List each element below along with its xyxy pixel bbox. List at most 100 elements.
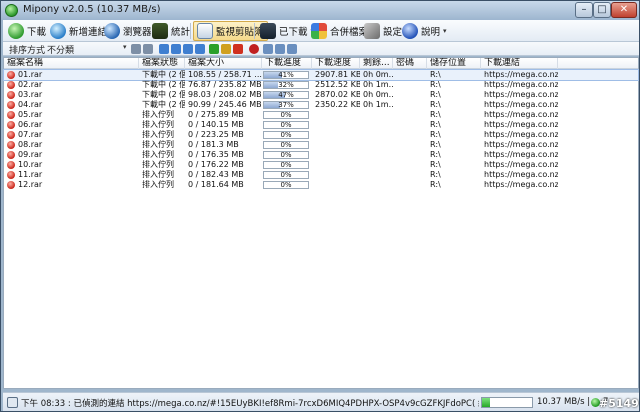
cell-filename: 01.rar	[18, 70, 43, 79]
table-row[interactable]: 08.rar 排入佇列 0 / 181.3 MB R:\ https://mega.co…	[4, 140, 638, 150]
cell-remaining	[360, 180, 393, 190]
cell-size: 98.03 / 208.02 MB	[188, 90, 262, 99]
pause-icon[interactable]	[221, 44, 231, 54]
file-status-icon	[7, 181, 15, 189]
cell-remaining	[360, 130, 393, 140]
table-row[interactable]: 04.rar 下載中 (2 個...90.99 / 245.46 MB 2350.2…	[4, 100, 638, 110]
settings-tools-icon	[364, 23, 380, 39]
cell-size: 0 / 223.25 MB	[188, 130, 244, 139]
cell-remaining	[360, 150, 393, 160]
table-row[interactable]: 05.rar 排入佇列 0 / 275.89 MB R:\ https://mega.c…	[4, 110, 638, 120]
cell-remaining	[360, 110, 393, 120]
sort-toolbar: 排序方式 不分類 ▾	[3, 42, 639, 56]
collapse-icon[interactable]	[143, 44, 153, 54]
cell-status: 排入佇列	[142, 180, 174, 189]
progress-text: 0%	[280, 131, 292, 139]
cell-status: 排入佇列	[142, 140, 174, 149]
table-row[interactable]: 01.rar 下載中 (2 個...108.55 / 258.71 ... 2907…	[3, 69, 639, 81]
properties-icon[interactable]	[275, 44, 285, 54]
group-select[interactable]: 不分類	[47, 43, 74, 56]
column-header-password[interactable]: 密碼	[393, 58, 427, 69]
stop-icon[interactable]	[233, 44, 243, 54]
cell-location: R:\	[430, 70, 441, 79]
total-speed: 10.37 MB/s |	[537, 397, 591, 407]
status-bar: 下午 08:33 : 已偵測的連結 https://mega.co.nz/#!1…	[3, 392, 639, 411]
table-row[interactable]: 10.rar 排入佇列 0 / 176.22 MB R:\ https://mega.c…	[4, 160, 638, 170]
clipboard-monitor-icon[interactable]	[7, 397, 18, 408]
chevron-down-icon[interactable]: ▾	[123, 43, 127, 51]
cell-link: https://mega.co.nz/#!2...	[484, 120, 558, 129]
cell-speed	[312, 150, 360, 160]
open-folder-icon[interactable]	[263, 44, 273, 54]
cell-location: R:\	[430, 140, 441, 149]
cell-filename: 07.rar	[18, 130, 43, 139]
progress-bar: 0%	[263, 161, 309, 169]
start-icon[interactable]	[209, 44, 219, 54]
copy-link-icon[interactable]	[287, 44, 297, 54]
progress-bar: 37%	[263, 101, 309, 109]
cell-password	[393, 110, 427, 120]
title-bar[interactable]: Mipony v2.0.5 (10.37 MB/s) – □ ✕	[1, 1, 639, 20]
progress-text: 0%	[280, 161, 292, 169]
progress-bar: 0%	[263, 181, 309, 189]
cell-filename: 08.rar	[18, 140, 43, 149]
download-button[interactable]: 下載	[5, 21, 49, 41]
column-header-speed[interactable]: 下載速度	[312, 58, 360, 69]
table-row[interactable]: 02.rar 下載中 (2 個...76.87 / 235.82 MB 2512.5…	[4, 80, 638, 90]
download-list[interactable]: 檔案名稱 檔案狀態 檔案大小 下載進度 下載速度 剩餘... 密碼 儲存位置 下…	[3, 57, 639, 389]
cell-link: https://mega.co.nz/#!0...	[484, 160, 558, 169]
cell-location: R:\	[430, 130, 441, 139]
stats-button[interactable]: 統計	[149, 21, 193, 41]
column-header-remaining[interactable]: 剩餘...	[360, 58, 393, 69]
move-up-icon[interactable]	[171, 44, 181, 54]
cell-status: 排入佇列	[142, 130, 174, 139]
file-status-icon	[7, 131, 15, 139]
file-status-icon	[7, 81, 15, 89]
table-row[interactable]: 11.rar 排入佇列 0 / 182.43 MB R:\ https://mega.c…	[4, 170, 638, 180]
help-button[interactable]: 說明 ▾	[399, 21, 450, 41]
cell-password	[393, 160, 427, 170]
cell-status: 排入佇列	[142, 120, 174, 129]
move-bottom-icon[interactable]	[195, 44, 205, 54]
status-message: 下午 08:33 : 已偵測的連結 https://mega.co.nz/#!1…	[21, 399, 479, 409]
cell-password	[393, 100, 427, 110]
progress-bar: 0%	[263, 141, 309, 149]
expand-icon[interactable]	[131, 44, 141, 54]
cell-size: 0 / 182.43 MB	[188, 170, 244, 179]
cell-speed: 2907.81 KB/s	[315, 70, 360, 79]
column-header-link[interactable]: 下載連結	[481, 58, 558, 69]
cell-location: R:\	[430, 110, 441, 119]
cell-remaining	[360, 170, 393, 180]
column-header-status[interactable]: 檔案狀態	[139, 58, 185, 69]
move-down-icon[interactable]	[183, 44, 193, 54]
column-header-filename[interactable]: 檔案名稱	[4, 58, 139, 69]
cell-status: 排入佇列	[142, 170, 174, 179]
close-button[interactable]: ✕	[611, 2, 637, 18]
cell-status: 下載中 (2 個...	[142, 80, 185, 89]
delete-icon[interactable]	[249, 44, 259, 54]
cell-location: R:\	[430, 170, 441, 179]
column-header-location[interactable]: 儲存位置	[427, 58, 481, 69]
minimize-button[interactable]: –	[575, 2, 593, 18]
progress-bar: 32%	[263, 81, 309, 89]
table-row[interactable]: 03.rar 下載中 (2 個...98.03 / 208.02 MB 2870.0…	[4, 90, 638, 100]
cell-speed	[312, 120, 360, 130]
cell-filename: 03.rar	[18, 90, 43, 99]
cell-status: 下載中 (2 個...	[142, 100, 185, 109]
column-header-progress[interactable]: 下載進度	[262, 58, 312, 69]
cell-remaining	[360, 140, 393, 150]
table-row[interactable]: 09.rar 排入佇列 0 / 176.35 MB R:\ https://mega.c…	[4, 150, 638, 160]
table-row[interactable]: 07.rar 排入佇列 0 / 223.25 MB R:\ https://mega.c…	[4, 130, 638, 140]
table-row[interactable]: 06.rar 排入佇列 0 / 140.15 MB R:\ https://mega.c…	[4, 120, 638, 130]
chevron-down-icon[interactable]: ▾	[443, 27, 447, 35]
mipony-app-icon[interactable]	[5, 4, 18, 17]
maximize-button[interactable]: □	[593, 2, 611, 18]
move-top-icon[interactable]	[159, 44, 169, 54]
cell-size: 76.87 / 235.82 MB	[188, 80, 262, 89]
browser-button[interactable]: 瀏覽器	[101, 21, 155, 41]
cell-speed: 2512.52 KB/s	[315, 80, 360, 89]
progress-bar: 0%	[263, 131, 309, 139]
table-row[interactable]: 12.rar 排入佇列 0 / 181.64 MB R:\ https://mega.c…	[4, 180, 638, 190]
cell-speed	[312, 140, 360, 150]
column-header-size[interactable]: 檔案大小	[185, 58, 262, 69]
